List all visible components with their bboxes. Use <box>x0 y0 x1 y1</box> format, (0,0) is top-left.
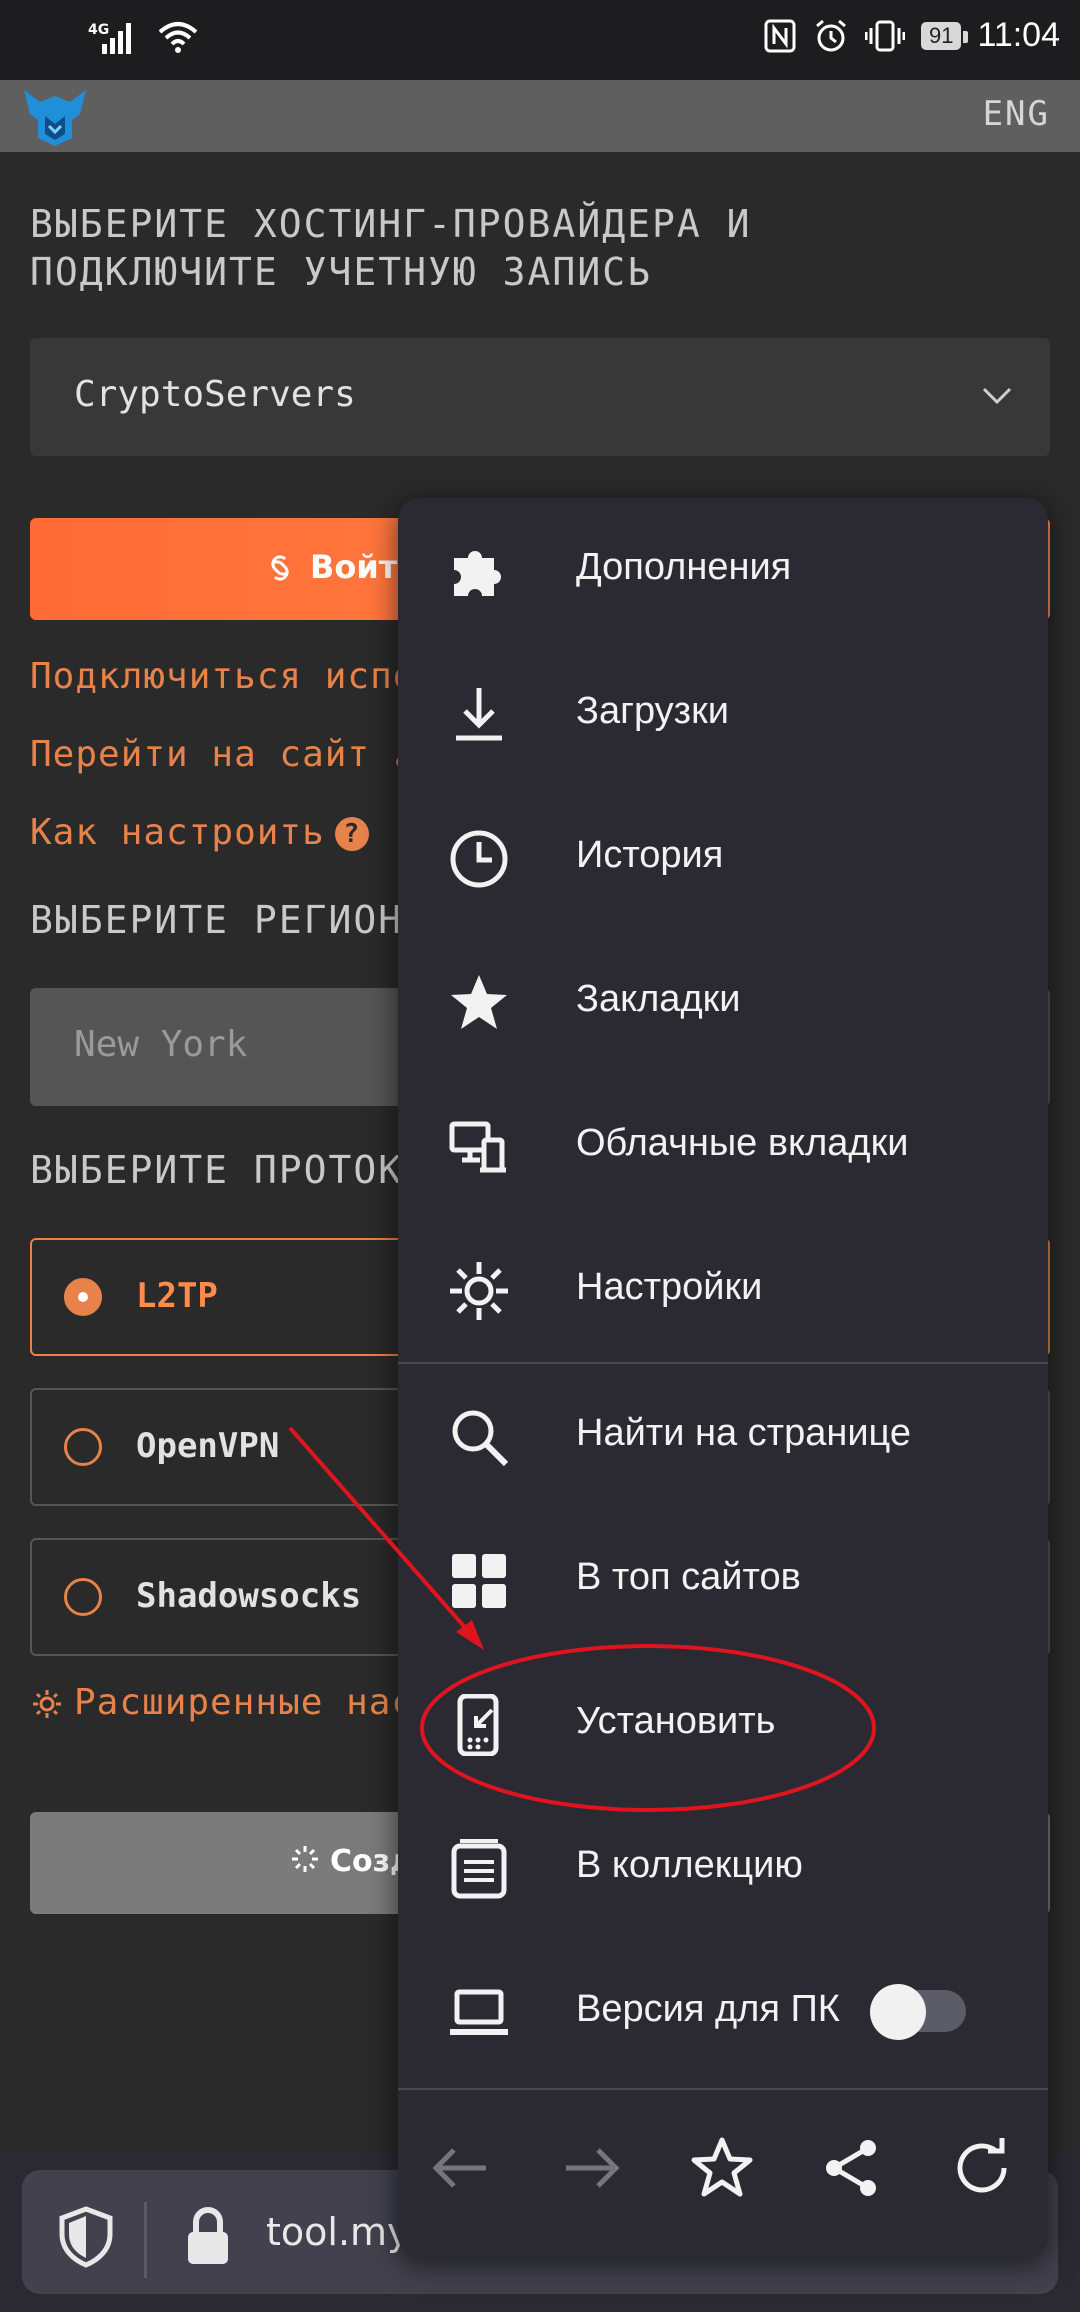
menu-item-label: История <box>576 834 724 876</box>
share-icon[interactable] <box>820 2136 884 2200</box>
language-toggle[interactable]: ENG <box>983 94 1050 134</box>
menu-item-label: Загрузки <box>576 690 729 732</box>
laptop-icon <box>450 1989 508 2035</box>
menu-item-label: Версия для ПК <box>576 1988 840 2030</box>
connect-link[interactable]: Подключиться испол <box>30 656 438 697</box>
install-app-icon <box>457 1694 499 1756</box>
loading-icon <box>292 1846 318 1872</box>
menu-item-label: Найти на странице <box>576 1412 912 1454</box>
reload-icon[interactable] <box>950 2136 1014 2200</box>
wifi-icon <box>158 22 198 53</box>
download-icon <box>456 688 502 741</box>
menu-divider <box>398 2088 1048 2090</box>
menu-item-label: В коллекцию <box>576 1844 803 1886</box>
menu-item-settings[interactable]: Настройки <box>398 1218 1048 1362</box>
site-link-label: Перейти на сайт <box>30 734 371 775</box>
status-bar: 4G 91 11:04 <box>0 0 1080 80</box>
protocol-label: OpenVPN <box>136 1426 280 1466</box>
howto-link-label: Как настроить <box>30 812 325 853</box>
region-select-value: New York <box>74 1024 248 1065</box>
battery-indicator: 91 <box>920 21 970 50</box>
network-type: 4G <box>88 22 110 38</box>
menu-item-install[interactable]: Установить <box>398 1652 1048 1796</box>
hosting-section-title: ВЫБЕРИТЕ ХОСТИНГ-ПРОВАЙДЕРА И ПОДКЛЮЧИТЕ… <box>30 202 752 294</box>
clock: 11:04 <box>977 16 1060 54</box>
alarm-icon <box>815 19 846 51</box>
browser-overflow-menu: Дополнения Загрузки История Закладки Обл… <box>398 498 1048 2258</box>
toggle-knob <box>870 1984 926 2040</box>
radio-button[interactable] <box>64 1578 102 1616</box>
shield-icon[interactable] <box>58 2206 114 2268</box>
vibrate-icon <box>864 20 905 51</box>
search-icon <box>452 1410 509 1467</box>
collection-icon <box>451 1839 507 1899</box>
site-link[interactable]: Перейти на сайт <box>30 734 423 775</box>
menu-item-add-to-collection[interactable]: В коллекцию <box>398 1796 1048 1940</box>
star-icon <box>451 975 507 1029</box>
menu-item-label: Закладки <box>576 978 741 1020</box>
protocol-label: Shadowsocks <box>136 1576 362 1616</box>
menu-item-label: Облачные вкладки <box>576 1122 909 1164</box>
advanced-settings-link[interactable]: Расширенные нас <box>30 1682 414 1723</box>
menu-item-history[interactable]: История <box>398 786 1048 930</box>
lock-icon[interactable] <box>184 2206 232 2268</box>
synced-devices-icon <box>449 1121 506 1173</box>
provider-select[interactable]: CryptoServers <box>30 338 1050 456</box>
gear-icon <box>450 1262 508 1320</box>
gear-icon <box>33 1690 61 1718</box>
howto-link[interactable]: Как настроить? <box>30 812 369 853</box>
link-icon <box>270 555 290 581</box>
region-section-title: ВЫБЕРИТЕ РЕГИОН <box>30 898 404 942</box>
site-header: ENG <box>0 80 1080 152</box>
brand-logo[interactable] <box>18 86 92 148</box>
menu-item-synced-tabs[interactable]: Облачные вкладки <box>398 1074 1048 1218</box>
menu-item-desktop-site[interactable]: Версия для ПК <box>398 1940 1048 2084</box>
chevron-down-icon <box>982 387 1012 405</box>
menu-item-label: Дополнения <box>576 546 792 588</box>
radio-button[interactable] <box>64 1428 102 1466</box>
advanced-settings-label: Расширенные нас <box>74 1682 415 1723</box>
nfc-icon <box>764 19 796 52</box>
protocol-section-title: ВЫБЕРИТЕ ПРОТОКО <box>30 1148 429 1192</box>
puzzle-icon <box>454 551 501 596</box>
radio-button[interactable] <box>64 1278 102 1316</box>
help-icon: ? <box>334 817 369 851</box>
back-arrow-icon[interactable] <box>428 2136 492 2200</box>
menu-item-label: Установить <box>576 1700 776 1742</box>
menu-item-add-to-top-sites[interactable]: В топ сайтов <box>398 1508 1048 1652</box>
bookmark-star-icon[interactable] <box>690 2136 754 2200</box>
clock-icon <box>450 830 508 888</box>
toolbar-divider <box>144 2202 147 2278</box>
protocol-label: L2TP <box>136 1276 218 1316</box>
menu-item-label: В топ сайтов <box>576 1556 801 1598</box>
menu-item-addons[interactable]: Дополнения <box>398 498 1048 642</box>
menu-item-label: Настройки <box>576 1266 763 1308</box>
grid-icon <box>452 1554 506 1608</box>
menu-item-bookmarks[interactable]: Закладки <box>398 930 1048 1074</box>
menu-item-find-in-page[interactable]: Найти на странице <box>398 1364 1048 1508</box>
provider-select-value: CryptoServers <box>74 374 356 415</box>
forward-arrow-icon[interactable] <box>560 2136 624 2200</box>
desktop-site-toggle[interactable] <box>870 1984 966 2040</box>
menu-item-downloads[interactable]: Загрузки <box>398 642 1048 786</box>
menu-navigation-row <box>398 2092 1048 2242</box>
